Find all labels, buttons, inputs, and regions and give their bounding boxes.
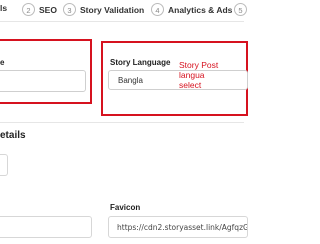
left-field-select[interactable] — [0, 70, 86, 92]
stepper: ls 2 SEO 3 Story Validation 4 Analytics … — [0, 0, 247, 20]
step-4[interactable]: 4 Analytics & Ads — [151, 3, 232, 16]
favicon-input[interactable]: https://cdn2.storyasset.link/AgfqzGe9 — [108, 216, 248, 238]
step-2[interactable]: 2 SEO — [22, 3, 57, 16]
details-input-partial[interactable] — [0, 154, 8, 176]
story-language-label: Story Language — [110, 58, 171, 67]
step-5[interactable]: 5 — [234, 3, 251, 16]
left-bottom-input[interactable] — [0, 216, 92, 238]
step-4-label: Analytics & Ads — [168, 4, 233, 15]
story-language-value: Bangla — [118, 76, 143, 85]
stepper-divider — [0, 21, 244, 22]
step-3[interactable]: 3 Story Validation — [63, 3, 144, 16]
step-3-label: Story Validation — [80, 4, 145, 15]
step-1[interactable]: ls — [0, 3, 7, 13]
step-2-number: 2 — [22, 3, 35, 16]
favicon-label: Favicon — [110, 203, 141, 212]
favicon-value: https://cdn2.storyasset.link/AgfqzGe9 — [117, 223, 248, 232]
annotation-line-2: select — [179, 80, 202, 90]
step-5-number: 5 — [234, 3, 247, 16]
step-4-number: 4 — [151, 3, 164, 16]
annotation-line-1: Story Post langua — [179, 60, 219, 80]
details-heading: etails — [0, 130, 26, 141]
left-field-label: e — [0, 58, 5, 67]
annotation-text: Story Post langua select — [179, 60, 244, 90]
step-2-label: SEO — [39, 4, 57, 15]
step-1-label: ls — [0, 3, 8, 13]
step-3-number: 3 — [63, 3, 76, 16]
section-divider — [0, 122, 244, 123]
